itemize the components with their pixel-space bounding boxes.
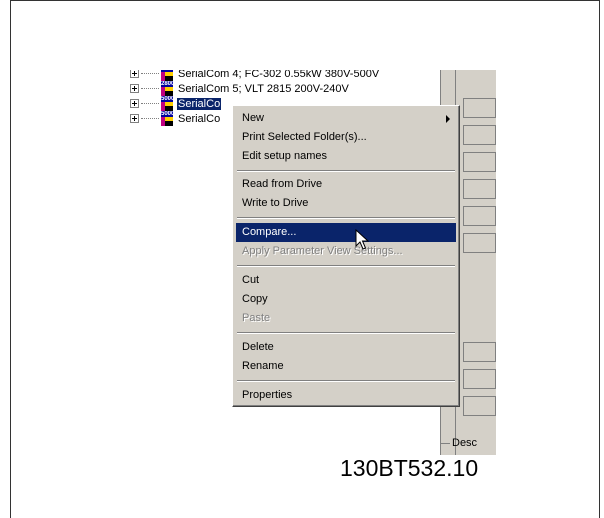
- grid-cell[interactable]: [463, 342, 496, 362]
- grid-cell[interactable]: [463, 396, 496, 416]
- tree-item-label: SerialCom 5; VLT 2815 200V-240V: [178, 82, 349, 95]
- description-group-label: Desc: [452, 437, 478, 449]
- expand-icon[interactable]: [130, 70, 139, 78]
- menu-item-new[interactable]: New: [236, 109, 456, 128]
- expand-icon[interactable]: [130, 99, 139, 108]
- drive-icon: [161, 70, 173, 81]
- grid-cell[interactable]: [463, 369, 496, 389]
- tree-connector: [141, 118, 159, 119]
- grid-cell[interactable]: [463, 206, 496, 226]
- menu-item-delete[interactable]: Delete: [236, 338, 456, 357]
- grid-cell[interactable]: [463, 98, 496, 118]
- menu-item-cut[interactable]: Cut: [236, 271, 456, 290]
- menu-separator: [237, 332, 455, 334]
- menu-item-edit-setup-names[interactable]: Edit setup names: [236, 147, 456, 166]
- tree-item-label: SerialCo: [178, 112, 221, 125]
- menu-item-compare[interactable]: Compare...: [236, 223, 456, 242]
- menu-separator: [237, 170, 455, 172]
- tree-item-label: SerialCom 4; FC-302 0.55kW 380V-500V: [178, 70, 380, 80]
- tree-item-label: SerialCo: [177, 97, 222, 110]
- context-menu: New Print Selected Folder(s)... Edit set…: [232, 105, 460, 407]
- menu-item-read-from-drive[interactable]: Read from Drive: [236, 175, 456, 194]
- drive-icon: 5000: [161, 111, 173, 126]
- menu-separator: [237, 380, 455, 382]
- menu-item-rename[interactable]: Rename: [236, 357, 456, 376]
- menu-separator: [237, 217, 455, 219]
- tree-connector: [141, 73, 159, 74]
- expand-icon[interactable]: [130, 84, 139, 93]
- mouse-pointer-icon: [355, 229, 369, 250]
- figure-id: 130BT532.10: [340, 455, 479, 481]
- menu-item-write-to-drive[interactable]: Write to Drive: [236, 194, 456, 213]
- expand-icon[interactable]: [130, 114, 139, 123]
- menu-separator: [237, 265, 455, 267]
- tree-item-serialcom-5[interactable]: 2800 SerialCom 5; VLT 2815 200V-240V: [130, 81, 350, 96]
- tree-connector: [141, 103, 159, 104]
- drive-icon: 2800: [161, 81, 173, 96]
- group-box-line: [440, 443, 450, 444]
- menu-item-apply-parameter-view-settings[interactable]: Apply Parameter View Settings...: [236, 242, 456, 261]
- menu-item-paste[interactable]: Paste: [236, 309, 456, 328]
- tree-item-serialcom-4[interactable]: SerialCom 4; FC-302 0.55kW 380V-500V: [130, 70, 380, 81]
- submenu-arrow-icon: [446, 115, 450, 123]
- tree-item-serialcom-next[interactable]: 5000 SerialCo: [130, 111, 221, 126]
- drive-icon: 5000: [161, 96, 173, 111]
- menu-item-copy[interactable]: Copy: [236, 290, 456, 309]
- grid-cell[interactable]: [463, 125, 496, 145]
- grid-cell[interactable]: [463, 233, 496, 253]
- menu-item-print-selected-folders[interactable]: Print Selected Folder(s)...: [236, 128, 456, 147]
- tree-connector: [141, 88, 159, 89]
- grid-cell[interactable]: [463, 179, 496, 199]
- tree-item-serialcom-selected[interactable]: 5000 SerialCo: [130, 96, 222, 111]
- grid-cell[interactable]: [463, 152, 496, 172]
- menu-item-properties[interactable]: Properties: [236, 386, 456, 405]
